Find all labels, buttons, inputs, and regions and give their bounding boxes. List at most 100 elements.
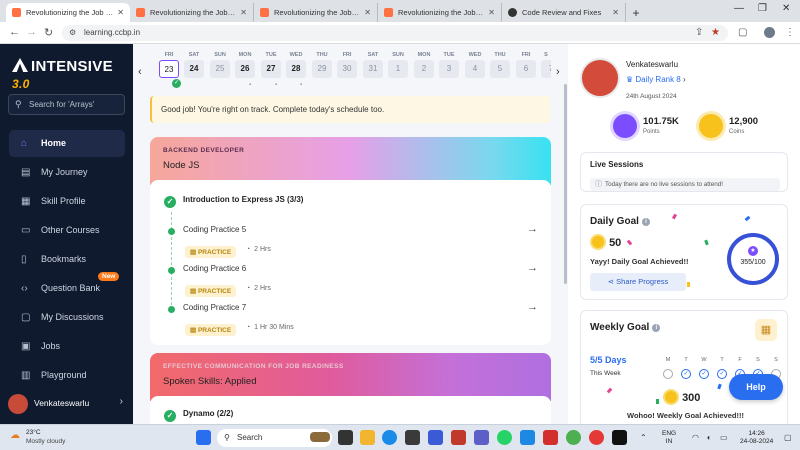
chrome-icon[interactable] — [566, 430, 581, 445]
close-icon[interactable]: ✕ — [488, 8, 495, 17]
browser-tab[interactable]: Revolutionizing the Job Market✕ — [378, 3, 502, 22]
app-icon[interactable] — [428, 430, 443, 445]
chevron-left-icon[interactable]: ‹ — [138, 66, 142, 78]
file-explorer-icon[interactable] — [360, 430, 375, 445]
practice-tag: ▤ PRACTICE — [185, 324, 237, 336]
sidebar-item-skill-profile[interactable]: ▦ Skill Profile — [9, 188, 125, 215]
calendar-day[interactable]: THU 29 — [312, 52, 332, 78]
discussion-icon: ▢ — [21, 312, 31, 323]
teams-icon[interactable] — [474, 430, 489, 445]
calendar-day[interactable]: WED 28 ▪ — [286, 52, 306, 88]
window-close-icon[interactable]: ✕ — [782, 3, 790, 14]
share-icon[interactable]: ⇪ — [695, 27, 703, 38]
edge-icon[interactable] — [382, 430, 397, 445]
arrow-right-icon[interactable]: → — [527, 301, 538, 313]
sidebar-item-my-discussions[interactable]: ▢ My Discussions — [9, 304, 125, 331]
url-field[interactable]: ⚙ learning.ccbp.in — [62, 25, 728, 41]
avatar[interactable] — [580, 58, 620, 98]
calendar-day[interactable]: THU 5 — [490, 52, 510, 78]
whatsapp-icon[interactable] — [497, 430, 512, 445]
info-icon[interactable]: i — [641, 218, 650, 226]
browser-tab[interactable]: Code Review and Fixes ✕ — [502, 3, 626, 22]
daily-goal-card: Daily Goal i 50 Yayy! Daily Goal Achieved… — [580, 204, 788, 300]
close-icon[interactable]: ✕ — [117, 8, 124, 17]
calendar-day[interactable]: FRI 6 — [516, 52, 536, 78]
arrow-right-icon[interactable]: → — [527, 262, 538, 274]
app-icon[interactable] — [612, 430, 627, 445]
logo[interactable]: INTENSIVE 3.0 — [12, 58, 133, 92]
calendar-day[interactable]: WED 4 — [465, 52, 485, 78]
site-info-icon[interactable]: ⚙ — [69, 25, 76, 41]
close-icon[interactable]: ✕ — [612, 8, 619, 17]
profile-avatar-icon[interactable] — [764, 27, 775, 38]
calendar-day[interactable]: SAT 31 — [363, 52, 383, 78]
mcafee-icon[interactable] — [451, 430, 466, 445]
track-header[interactable]: BACKEND DEVELOPER Node JS — [150, 137, 551, 185]
share-progress-button[interactable]: ⋖ Share Progress — [590, 273, 686, 291]
extensions-icon[interactable]: ▢ — [738, 27, 747, 38]
calendar-day[interactable]: FRI 30 — [337, 52, 357, 78]
calendar-day[interactable]: MON 2 — [414, 52, 434, 78]
language-indicator[interactable]: ENG IN — [662, 430, 676, 446]
calendar-day[interactable]: SUN 25 — [210, 52, 230, 78]
sidebar-profile[interactable]: Venkateswarlu › — [8, 393, 125, 415]
volume-icon[interactable]: ◖ — [706, 433, 711, 442]
minimize-icon[interactable]: — — [734, 3, 744, 14]
arrow-right-icon[interactable]: → — [527, 223, 538, 235]
browser-tab[interactable]: Revolutionizing the Job Market✕ — [130, 3, 254, 22]
track-header[interactable]: EFFECTIVE COMMUNICATION FOR JOB READINES… — [150, 353, 551, 401]
calendar-day[interactable]: TUE 3 — [439, 52, 459, 78]
new-tab-button[interactable]: + — [626, 3, 646, 22]
chevron-right-icon[interactable]: › — [556, 66, 560, 78]
close-icon[interactable]: ✕ — [364, 8, 371, 17]
scrollbar[interactable] — [564, 84, 567, 284]
calendar-day[interactable]: FRI 23 ✓ — [159, 52, 181, 88]
sidebar-item-my-journey[interactable]: ▤ My Journey — [9, 159, 125, 186]
daily-goal-progress-ring: ★ 355/100 — [727, 233, 779, 285]
question-bank-icon: ‹› — [21, 283, 28, 294]
calendar-day[interactable]: SUN 1 — [388, 52, 408, 78]
sidebar-item-jobs[interactable]: ▣ Jobs — [9, 333, 125, 360]
back-icon[interactable]: ← — [9, 26, 20, 38]
sidebar-item-other-courses[interactable]: ▭ Other Courses — [9, 217, 125, 244]
calendar-day[interactable]: SAT 24 — [184, 52, 204, 78]
sidebar-item-playground[interactable]: ▥ Playground — [9, 362, 125, 389]
help-button[interactable]: Help — [729, 374, 783, 400]
calendar-day[interactable]: TUE 27 ▪ — [261, 52, 281, 88]
sidebar-item-home[interactable]: ⌂ Home — [9, 130, 125, 157]
module-row[interactable]: ✓ Introduction to Express JS (3/3) — [164, 195, 303, 208]
task-view-icon[interactable] — [338, 430, 353, 445]
clock[interactable]: 14:26 24-08-2024 — [740, 430, 773, 446]
search-icon: ⚲ — [224, 433, 230, 442]
battery-icon[interactable]: ▭ — [720, 433, 728, 442]
sidebar-item-bookmarks[interactable]: ▯ Bookmarks — [9, 246, 125, 273]
daily-rank-link[interactable]: ♛ Daily Rank 8 › — [626, 75, 686, 84]
forward-icon[interactable]: → — [26, 26, 37, 38]
search-input[interactable]: ⚲ Search for 'Arrays' — [8, 94, 125, 115]
daily-goal-title: Daily Goal i — [590, 216, 650, 227]
info-icon[interactable]: i — [652, 324, 661, 332]
notifications-icon[interactable]: ▢ — [784, 433, 792, 442]
close-icon[interactable]: ✕ — [240, 8, 247, 17]
calendar-day[interactable]: S7 — [541, 52, 551, 78]
app-icon[interactable] — [520, 430, 535, 445]
windows-start-icon[interactable] — [196, 430, 211, 445]
store-icon[interactable] — [405, 430, 420, 445]
calendar-day[interactable]: MON 26 ▪ — [235, 52, 255, 88]
maximize-icon[interactable]: ❐ — [758, 3, 767, 14]
wifi-icon[interactable]: ◠ — [692, 433, 699, 442]
progress-alert: Good job! You're right on track. Complet… — [150, 96, 550, 123]
chevron-up-icon[interactable]: ⌃ — [640, 433, 647, 442]
chrome-icon[interactable] — [589, 430, 604, 445]
bookmark-star-icon[interactable]: ★ — [711, 27, 720, 38]
module-row[interactable]: ✓ Dynamo (2/2) — [164, 409, 233, 422]
journey-icon: ▤ — [21, 167, 31, 178]
app-icon[interactable] — [543, 430, 558, 445]
menu-kebab-icon[interactable]: ⋮ — [785, 27, 795, 38]
calendar-icon: ▦ — [755, 319, 777, 341]
main-content: ‹ FRI 23 ✓ SAT 24 SUN 25 MON 26 ▪ TUE 27 ▪ WED 28… — [133, 44, 568, 424]
browser-tab[interactable]: Revolutionizing the Job Market✕ — [6, 3, 130, 22]
reload-icon[interactable]: ↻ — [44, 26, 53, 39]
site-favicon-icon — [260, 8, 269, 17]
browser-tab[interactable]: Revolutionizing the Job Market✕ — [254, 3, 378, 22]
